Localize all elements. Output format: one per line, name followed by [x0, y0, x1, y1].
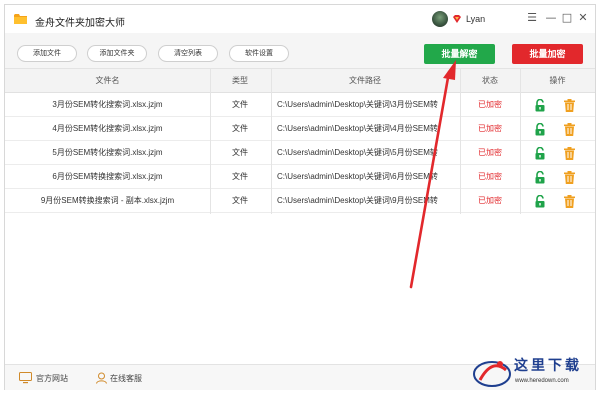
add-file-button[interactable]: 添加文件 [17, 45, 77, 62]
app-title: 金舟文件夹加密大师 [35, 18, 125, 29]
watermark-url: www.heredown.com [515, 378, 569, 384]
toolbar: 添加文件 添加文件夹 清空列表 软件设置 批量解密 批量加密 [5, 33, 595, 69]
header-action: 操作 [549, 76, 566, 85]
status-badge: 已加密 [478, 100, 502, 109]
watermark-text: 这里下载 [514, 358, 582, 374]
file-type: 文件 [232, 172, 248, 181]
table-row[interactable]: 5月份SEM转化搜索词.xlsx.jzjm 文件 C:\Users\admin\… [5, 141, 595, 165]
file-type: 文件 [232, 196, 248, 205]
unlock-icon[interactable] [535, 99, 545, 112]
vip-crown-icon[interactable] [452, 14, 462, 24]
unlock-icon[interactable] [535, 195, 545, 208]
app-window: 金舟文件夹加密大师 Lyan ☰ — □ ✕ 添加文件 添加文件夹 清空列表 软… [4, 4, 596, 390]
file-path: C:\Users\admin\Desktop\关键词\9月份SEM转 [277, 196, 438, 205]
column-divider [210, 69, 211, 214]
column-divider [460, 69, 461, 214]
trash-icon[interactable] [564, 123, 575, 136]
file-type: 文件 [232, 148, 248, 157]
folder-logo-icon [14, 14, 27, 24]
file-path: C:\Users\admin\Desktop\关键词\5月份SEM转 [277, 148, 438, 157]
trash-icon[interactable] [564, 171, 575, 184]
status-badge: 已加密 [478, 148, 502, 157]
close-icon[interactable]: ✕ [576, 11, 590, 25]
header-type[interactable]: 类型 [210, 69, 270, 93]
unlock-icon[interactable] [535, 171, 545, 184]
title-bar: 金舟文件夹加密大师 Lyan ☰ — □ ✕ [5, 5, 595, 33]
file-path: C:\Users\admin\Desktop\关键词\3月份SEM转 [277, 100, 438, 109]
batch-encrypt-button[interactable]: 批量加密 [512, 44, 583, 64]
official-website-link[interactable]: 官方网站 [36, 373, 68, 384]
unlock-icon[interactable] [535, 147, 545, 160]
settings-button[interactable]: 软件设置 [229, 45, 289, 62]
monitor-icon[interactable] [19, 372, 32, 384]
header-status[interactable]: 状态 [460, 69, 520, 93]
maximize-icon[interactable]: □ [560, 11, 574, 25]
file-name: 4月份SEM转化搜索词.xlsx.jzjm [52, 124, 163, 133]
unlock-icon[interactable] [535, 123, 545, 136]
file-path: C:\Users\admin\Desktop\关键词\4月份SEM转 [277, 124, 438, 133]
file-name: 9月份SEM转换搜索词 - 副本.xlsx.jzjm [40, 196, 175, 205]
menu-icon[interactable]: ☰ [525, 11, 539, 25]
table-row[interactable]: 4月份SEM转化搜索词.xlsx.jzjm 文件 C:\Users\admin\… [5, 117, 595, 141]
status-badge: 已加密 [478, 124, 502, 133]
username[interactable]: Lyan [466, 14, 485, 24]
trash-icon[interactable] [564, 195, 575, 208]
user-avatar[interactable] [432, 11, 448, 27]
batch-decrypt-button[interactable]: 批量解密 [424, 44, 495, 64]
file-name: 6月份SEM转换搜索词.xlsx.jzjm [52, 172, 163, 181]
table-row[interactable]: 9月份SEM转换搜索词 - 副本.xlsx.jzjm 文件 C:\Users\a… [5, 189, 595, 213]
minimize-icon[interactable]: — [544, 11, 558, 25]
file-table-header: 文件名 类型 文件路径 状态 操作 [5, 69, 595, 93]
add-folder-button[interactable]: 添加文件夹 [87, 45, 147, 62]
header-file-name[interactable]: 文件名 [5, 69, 210, 93]
header-path[interactable]: 文件路径 [271, 69, 459, 93]
table-row[interactable]: 6月份SEM转换搜索词.xlsx.jzjm 文件 C:\Users\admin\… [5, 165, 595, 189]
column-divider [520, 69, 521, 214]
file-type: 文件 [232, 124, 248, 133]
online-support-link[interactable]: 在线客服 [110, 373, 142, 384]
file-name: 5月份SEM转化搜索词.xlsx.jzjm [52, 148, 163, 157]
status-badge: 已加密 [478, 196, 502, 205]
file-path: C:\Users\admin\Desktop\关键词\6月份SEM转 [277, 172, 438, 181]
status-badge: 已加密 [478, 172, 502, 181]
clear-list-button[interactable]: 清空列表 [158, 45, 218, 62]
trash-icon[interactable] [564, 99, 575, 112]
table-row[interactable]: 3月份SEM转化搜索词.xlsx.jzjm 文件 C:\Users\admin\… [5, 93, 595, 117]
column-divider [271, 69, 272, 214]
trash-icon[interactable] [564, 147, 575, 160]
file-type: 文件 [232, 100, 248, 109]
file-name: 3月份SEM转化搜索词.xlsx.jzjm [52, 100, 163, 109]
support-agent-icon[interactable] [95, 372, 108, 384]
